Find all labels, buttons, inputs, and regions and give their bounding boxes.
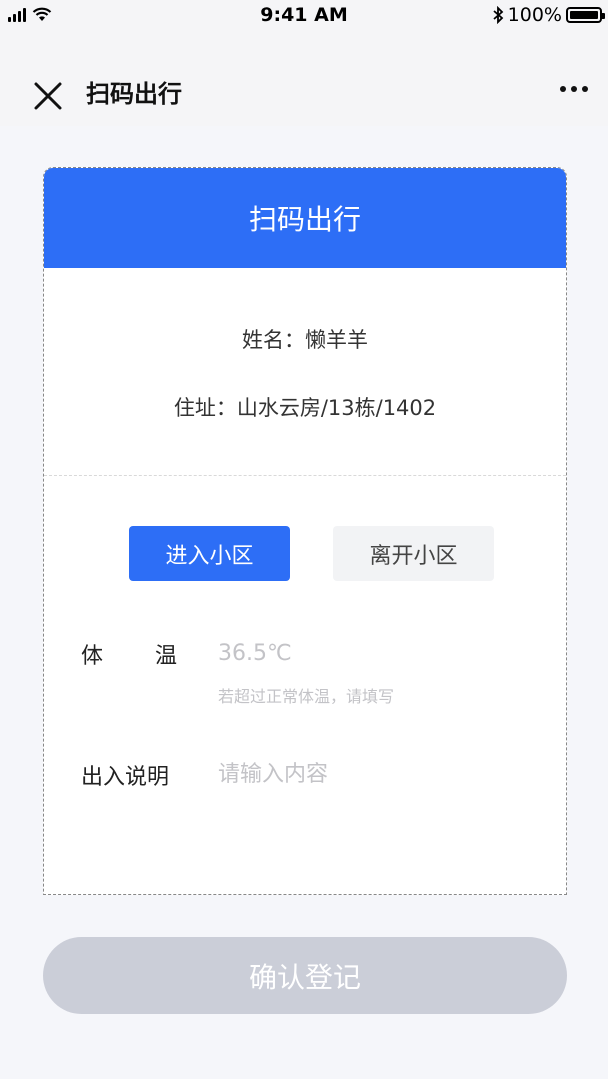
temperature-label-part1: 体 <box>81 644 104 669</box>
battery-icon <box>566 7 605 23</box>
resident-name: 姓名：懒羊羊 <box>242 328 368 352</box>
close-icon[interactable] <box>30 78 66 114</box>
card-header: 扫码出行 <box>44 168 566 268</box>
bluetooth-icon <box>493 6 503 24</box>
battery-percentage: 100% <box>507 4 562 26</box>
leave-community-button[interactable]: 离开小区 <box>333 526 494 581</box>
enter-community-button[interactable]: 进入小区 <box>129 526 290 581</box>
resident-address: 住址：山水云房/13栋/1402 <box>173 396 437 420</box>
temperature-input[interactable] <box>218 638 518 668</box>
status-right: 100% <box>492 4 605 26</box>
section-divider <box>44 475 566 476</box>
nav-title: 扫码出行 <box>86 80 182 108</box>
status-bar: 9:41 AM 100% <box>0 0 608 34</box>
navigation-bar: 扫码出行 <box>0 34 608 126</box>
card-title: 扫码出行 <box>248 203 361 236</box>
registration-card: 扫码出行 姓名：懒羊羊 住址：山水云房/13栋/1402 进入小区 离开小区 体… <box>43 167 567 895</box>
confirm-registration-button[interactable]: 确认登记 <box>43 937 567 1014</box>
more-options-icon[interactable] <box>560 86 588 92</box>
temperature-hint: 若超过正常体温，请填写 <box>218 687 395 706</box>
remark-input[interactable] <box>218 759 518 789</box>
temperature-label-part2: 温 <box>155 644 178 669</box>
remark-label: 出入说明 <box>81 765 170 790</box>
